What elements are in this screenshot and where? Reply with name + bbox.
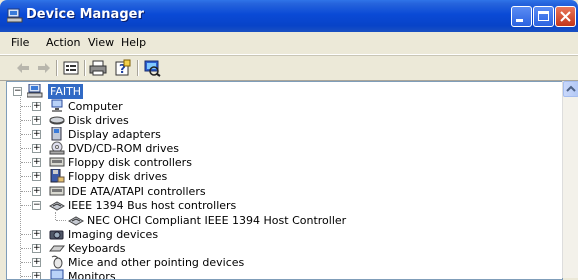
floppy-icon xyxy=(50,169,65,183)
minimize-button[interactable] xyxy=(511,6,532,27)
computer-root-icon xyxy=(27,84,43,98)
help-icon[interactable]: ? xyxy=(114,59,132,77)
scroll-up-button[interactable] xyxy=(563,81,578,97)
minimize-icon xyxy=(516,19,523,22)
tree-item-computer[interactable]: + Computer xyxy=(11,99,411,113)
menu-file[interactable]: File xyxy=(11,36,29,49)
tree-item-label: Mice and other pointing devices xyxy=(68,256,245,269)
tree-item-label: Display adapters xyxy=(68,128,161,141)
print-icon[interactable] xyxy=(89,59,107,77)
tree-item-label: NEC OHCI Compliant IEEE 1394 Host Contro… xyxy=(87,214,347,227)
cdrom-icon xyxy=(49,141,65,155)
window-title: Device Manager xyxy=(26,7,144,22)
tree-item-label: Monitors xyxy=(68,270,116,280)
expand-toggle[interactable]: + xyxy=(32,258,41,267)
collapse-toggle[interactable]: − xyxy=(32,201,41,210)
menu-bar: File Action View Help xyxy=(0,32,578,55)
controller-icon xyxy=(49,157,65,167)
close-button[interactable] xyxy=(555,6,576,27)
toolbar: ? xyxy=(0,55,578,81)
collapse-toggle[interactable]: − xyxy=(13,87,22,96)
device-tree[interactable]: − FAITH + Computer + Disk drives + Displ… xyxy=(6,81,563,280)
tree-item-floppy-controllers[interactable]: + Floppy disk controllers xyxy=(11,155,411,169)
forward-arrow-icon[interactable] xyxy=(35,59,53,77)
controller-icon xyxy=(49,186,65,196)
computer-icon xyxy=(51,99,63,112)
device-manager-app-icon xyxy=(7,8,23,23)
menu-view[interactable]: View xyxy=(88,36,114,49)
monitor-icon xyxy=(50,269,64,279)
tree-item-nec-ohci[interactable]: NEC OHCI Compliant IEEE 1394 Host Contro… xyxy=(11,213,461,227)
tree-root[interactable]: − FAITH xyxy=(11,84,211,99)
scan-hardware-icon[interactable] xyxy=(143,59,161,77)
vertical-scrollbar[interactable] xyxy=(562,81,578,278)
expand-toggle[interactable]: + xyxy=(32,102,41,111)
tree-item-ieee1394[interactable]: − IEEE 1394 Bus host controllers xyxy=(11,198,411,212)
camera-icon xyxy=(49,230,64,240)
device-manager-window: Device Manager File Action View Help ? −… xyxy=(0,0,578,280)
tree-item-disk-drives[interactable]: + Disk drives xyxy=(11,113,411,127)
tree-item-label: Imaging devices xyxy=(68,228,159,241)
ieee1394-icon xyxy=(49,201,65,211)
expand-toggle[interactable]: + xyxy=(32,144,41,153)
tree-item-label: Disk drives xyxy=(68,114,129,127)
back-arrow-icon[interactable] xyxy=(14,59,32,77)
expand-toggle[interactable]: + xyxy=(32,158,41,167)
expand-toggle[interactable]: + xyxy=(32,116,41,125)
tree-item-display-adapters[interactable]: + Display adapters xyxy=(11,127,411,141)
expand-toggle[interactable]: + xyxy=(32,272,41,279)
maximize-icon xyxy=(538,11,549,21)
tree-item-label: Computer xyxy=(68,100,123,113)
tree-item-imaging[interactable]: + Imaging devices xyxy=(11,227,411,241)
tree-item-keyboards[interactable]: + Keyboards xyxy=(11,241,411,255)
display-adapter-icon xyxy=(51,127,62,141)
tree-item-dvd-cdrom[interactable]: + DVD/CD-ROM drives xyxy=(11,141,411,155)
tree-item-label: IEEE 1394 Bus host controllers xyxy=(68,199,237,212)
disk-drive-icon xyxy=(49,116,65,125)
tree-item-label: DVD/CD-ROM drives xyxy=(68,142,179,155)
expand-toggle[interactable]: + xyxy=(32,172,41,181)
properties-icon[interactable] xyxy=(62,59,80,77)
mouse-icon xyxy=(51,255,63,269)
tree-item-mice[interactable]: + Mice and other pointing devices xyxy=(11,255,411,269)
expand-toggle[interactable]: + xyxy=(32,187,41,196)
chevron-up-icon xyxy=(566,85,576,92)
tree-item-label: Floppy disk drives xyxy=(68,170,168,183)
tree-item-label: Floppy disk controllers xyxy=(68,156,192,169)
tree-item-label: Keyboards xyxy=(68,242,126,255)
menu-help[interactable]: Help xyxy=(121,36,146,49)
close-icon xyxy=(560,11,571,22)
keyboard-icon xyxy=(49,245,65,252)
expand-toggle[interactable]: + xyxy=(32,230,41,239)
tree-root-label: FAITH xyxy=(48,84,84,99)
ieee1394-icon xyxy=(68,216,84,226)
menu-action[interactable]: Action xyxy=(46,36,80,49)
tree-item-ide-controllers[interactable]: + IDE ATA/ATAPI controllers xyxy=(11,184,411,198)
tree-item-floppy-drives[interactable]: + Floppy disk drives xyxy=(11,169,411,183)
expand-toggle[interactable]: + xyxy=(32,130,41,139)
tree-item-monitors[interactable]: + Monitors xyxy=(11,269,411,280)
expand-toggle[interactable]: + xyxy=(32,244,41,253)
title-bar[interactable]: Device Manager xyxy=(0,0,578,32)
maximize-button[interactable] xyxy=(533,6,554,27)
tree-item-label: IDE ATA/ATAPI controllers xyxy=(68,185,206,198)
